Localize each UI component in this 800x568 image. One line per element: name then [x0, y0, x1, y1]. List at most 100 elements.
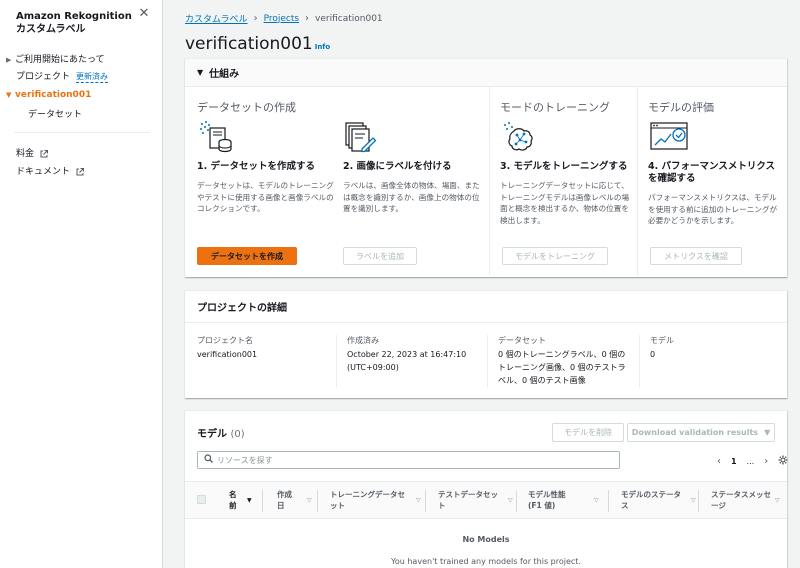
sidebar-header: Amazon Rekognition カスタムラベル: [16, 10, 136, 36]
sidebar-item-label: 料金: [16, 149, 35, 159]
info-link[interactable]: Info: [315, 43, 330, 51]
sidebar-item-label: ドキュメント: [16, 167, 71, 177]
breadcrumb-custom-labels[interactable]: カスタムラベル: [185, 12, 248, 25]
detail-value: verification001: [197, 350, 258, 359]
sidebar-item-label: プロジェクト: [16, 72, 71, 82]
stage-title: データセットの作成: [197, 101, 296, 114]
caret-down-icon: ▼: [6, 91, 12, 99]
column-divider: [698, 490, 699, 512]
delete-model-button[interactable]: モデルを削除: [552, 423, 624, 442]
stage-dataset: データセットの作成 1. データセットを作成する データセットは、モデルのトレー…: [197, 87, 489, 275]
download-label: Download validation results: [631, 428, 759, 437]
sidebar-item-projects[interactable]: プロジェクト 更新済み: [16, 71, 109, 83]
search-input[interactable]: [217, 455, 597, 465]
add-labels-button[interactable]: ラベルを追加: [343, 247, 417, 265]
create-dataset-button[interactable]: データセットを作成: [197, 247, 297, 265]
sort-desc-icon: ▼: [247, 497, 252, 504]
empty-state-title: No Models: [462, 535, 510, 544]
feature-name: カスタムラベル: [16, 24, 86, 35]
stage-title: モードのトレーニング: [500, 101, 610, 114]
column-test-dataset[interactable]: テストデータセット ▽: [438, 489, 518, 511]
sidebar: Amazon Rekognition カスタムラベル ✕ ▶ ご利用開始にあたっ…: [0, 0, 163, 568]
column-status-message[interactable]: ステータスメッセージ ▽: [711, 489, 785, 511]
stage-title: モデルの評価: [648, 101, 714, 114]
chevron-left-icon[interactable]: ‹: [717, 456, 721, 467]
step-2-title: 2. 画像にラベルを付ける: [343, 161, 452, 172]
review-metrics-button[interactable]: メトリクスを確認: [650, 247, 742, 265]
sidebar-item-verification001[interactable]: ▼ verification001: [6, 89, 91, 101]
breadcrumb-projects[interactable]: Projects: [264, 14, 299, 24]
column-training-dataset[interactable]: トレーニングデータセット ▽: [330, 489, 425, 511]
step-3-title: 3. モデルをトレーニングする: [500, 161, 628, 172]
step-3-desc: トレーニングデータセットに応じて、トレーニングモデルは画像レベルの場面と概念を検…: [500, 181, 630, 225]
step-2-desc: ラベルは、画像全体の物体、場面、または概念を識別するか、画像上の物体の位置を識別…: [343, 181, 480, 213]
page-number[interactable]: 1: [731, 457, 737, 466]
updated-badge[interactable]: 更新済み: [76, 72, 109, 83]
column-label: トレーニングデータセット: [330, 490, 405, 510]
dataset-icon: [199, 120, 233, 154]
models-title: モデル (0): [197, 425, 245, 440]
empty-state-description: You haven't trained any models for this …: [391, 557, 581, 566]
column-divider: [262, 490, 263, 512]
column-label: テストデータセット: [438, 490, 498, 510]
breadcrumb-current: verification001: [315, 13, 383, 24]
sort-icon: ▽: [508, 497, 513, 504]
service-name: Amazon Rekognition: [16, 11, 132, 22]
column-divider: [516, 490, 517, 512]
column-divider: [317, 490, 318, 512]
download-validation-results-button[interactable]: Download validation results ▼: [627, 423, 775, 442]
sort-icon: ▽: [307, 497, 312, 504]
close-icon[interactable]: ✕: [138, 7, 150, 20]
detail-project-name: プロジェクト名 verification001: [197, 335, 335, 387]
train-model-button[interactable]: モデルをトレーニング: [502, 247, 608, 265]
select-all-checkbox[interactable]: [197, 495, 206, 504]
detail-value: 0 個のトレーニングラベル、0 個のトレーニング画像、0 個のテストラベル、0 …: [498, 350, 626, 385]
sidebar-divider: [14, 132, 150, 133]
sidebar-item-label: ご利用開始にあたって: [15, 55, 105, 65]
models-title-text: モデル: [197, 429, 227, 440]
pagination: ‹ 1 ... ›: [717, 455, 788, 467]
column-model-performance[interactable]: モデル性能 (F1 値) ▽: [528, 489, 606, 511]
caret-right-icon: ▶: [6, 56, 12, 64]
models-panel: モデル (0) モデルを削除 Download validation resul…: [185, 410, 788, 568]
page-title: verification001 Info: [185, 34, 330, 54]
column-created[interactable]: 作成日 ▽: [277, 489, 317, 511]
step-1-desc: データセットは、モデルのトレーニングやテストに使用する画像と画像ラベルのコレクシ…: [197, 181, 334, 213]
column-label: ステータスメッセージ: [711, 490, 771, 510]
sidebar-item-getting-started[interactable]: ▶ ご利用開始にあたって: [6, 54, 105, 66]
sort-icon: ▽: [416, 497, 421, 504]
detail-models: モデル 0: [639, 335, 779, 387]
stage-evaluation: モデルの評価 4. パフォーマンスメトリクスを確認する パフォーマンスメトリクス…: [637, 87, 785, 275]
column-divider: [425, 490, 426, 512]
sidebar-item-datasets[interactable]: データセット: [28, 107, 82, 120]
project-details-panel: プロジェクトの詳細 プロジェクト名 verification001 作成済み O…: [185, 290, 787, 398]
how-it-works-header[interactable]: ▼ 仕組み: [185, 59, 787, 87]
stage-training: モードのトレーニング 3. モデルをトレーニングする トレーニングデータセットに…: [489, 87, 637, 275]
detail-created: 作成済み October 22, 2023 at 16:47:10 (UTC+0…: [336, 335, 486, 387]
caret-down-icon: ▼: [764, 428, 771, 437]
column-model-status[interactable]: モデルのステータス ▽: [621, 489, 701, 511]
column-name[interactable]: 名前 ▼: [229, 489, 255, 511]
models-table-header: 名前 ▼ 作成日 ▽ トレーニングデータセット ▽ テストデータセット ▽ モデ…: [185, 481, 787, 519]
how-it-works-panel: ▼ 仕組み データセットの作成 1. データセットを作成する データセットは、モ…: [185, 58, 787, 277]
sidebar-item-docs[interactable]: ドキュメント: [16, 166, 85, 178]
detail-dataset: データセット 0 個のトレーニングラベル、0 個のトレーニング画像、0 個のテス…: [487, 335, 637, 387]
main-content: カスタムラベル › Projects › verification001 ver…: [163, 0, 800, 568]
external-link-icon: [76, 168, 85, 176]
project-details-title: プロジェクトの詳細: [185, 291, 787, 323]
metrics-icon: [650, 120, 688, 154]
chevron-right-icon[interactable]: ›: [764, 456, 768, 467]
page-ellipsis: ...: [746, 456, 755, 466]
search-box[interactable]: [197, 451, 620, 469]
breadcrumb: カスタムラベル › Projects › verification001: [185, 12, 383, 25]
detail-value: 0: [650, 350, 656, 359]
detail-label: モデル: [650, 336, 674, 345]
step-4-title: 4. パフォーマンスメトリクスを確認する: [648, 161, 776, 184]
column-label: モデル性能 (F1 値): [528, 490, 566, 510]
models-count: (0): [230, 429, 245, 440]
settings-icon[interactable]: [778, 455, 788, 467]
sidebar-item-pricing[interactable]: 料金: [16, 148, 49, 160]
column-label: 名前: [229, 490, 237, 510]
detail-label: プロジェクト名: [197, 336, 253, 345]
column-divider: [608, 490, 609, 512]
